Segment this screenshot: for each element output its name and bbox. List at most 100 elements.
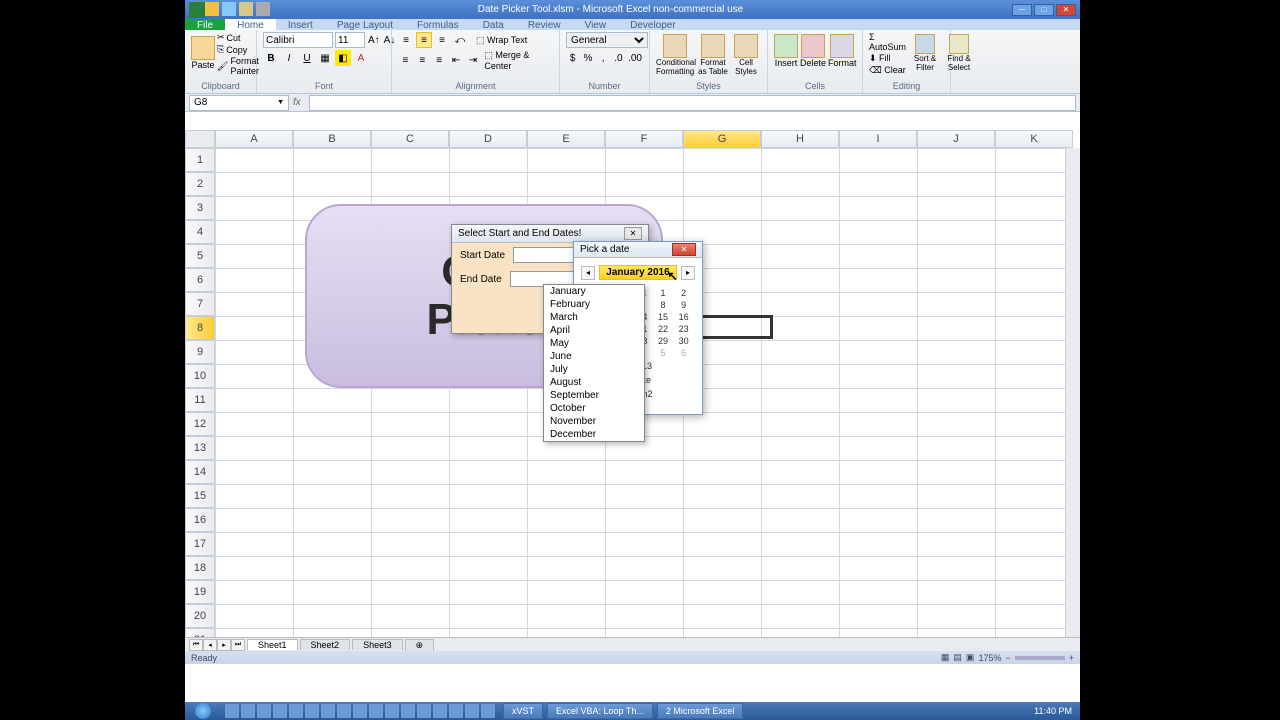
- taskbar-item-1[interactable]: xVST: [503, 703, 543, 719]
- col-header-K[interactable]: K: [995, 130, 1073, 148]
- calendar-day[interactable]: 30: [673, 335, 694, 347]
- calendar-day[interactable]: 22: [653, 323, 674, 335]
- underline-button[interactable]: U: [299, 50, 315, 66]
- tray-icon[interactable]: [433, 704, 447, 718]
- tray-icon[interactable]: [353, 704, 367, 718]
- calendar-day[interactable]: 5: [653, 347, 674, 359]
- sheet-tab-1[interactable]: Sheet1: [247, 639, 298, 650]
- row-header-20[interactable]: 20: [185, 604, 215, 628]
- month-option-august[interactable]: August: [544, 376, 644, 389]
- name-box[interactable]: G8▼: [189, 95, 289, 111]
- merge-center-button[interactable]: ⬚ Merge & Center: [484, 50, 553, 71]
- month-option-october[interactable]: October: [544, 402, 644, 415]
- comma-icon[interactable]: ,: [597, 50, 610, 66]
- row-header-9[interactable]: 9: [185, 340, 215, 364]
- italic-button[interactable]: I: [281, 50, 297, 66]
- view-layout-icon[interactable]: ▤: [953, 652, 962, 663]
- currency-icon[interactable]: $: [566, 50, 579, 66]
- bold-button[interactable]: B: [263, 50, 279, 66]
- row-header-11[interactable]: 11: [185, 388, 215, 412]
- month-option-december[interactable]: December: [544, 428, 644, 441]
- wrap-text-button[interactable]: ⬚ Wrap Text: [476, 35, 527, 46]
- sheet-tab-3[interactable]: Sheet3: [352, 639, 403, 650]
- calendar-day[interactable]: 15: [653, 311, 674, 323]
- tray-icon[interactable]: [481, 704, 495, 718]
- font-name-select[interactable]: [263, 32, 333, 48]
- format-cells-button[interactable]: Format: [828, 32, 857, 68]
- row-header-8[interactable]: 8: [185, 316, 215, 340]
- indent-increase-icon[interactable]: ⇥: [466, 53, 481, 69]
- month-option-march[interactable]: March: [544, 311, 644, 324]
- cell-styles-button[interactable]: Cell Styles: [732, 32, 760, 76]
- col-header-F[interactable]: F: [605, 130, 683, 148]
- tray-icon[interactable]: [289, 704, 303, 718]
- orientation-icon[interactable]: ⤺: [452, 32, 468, 48]
- increase-font-icon[interactable]: A↑: [367, 32, 381, 48]
- next-month-button[interactable]: ▸: [681, 266, 695, 280]
- taskbar-item-3[interactable]: 2 Microsoft Excel: [657, 703, 744, 719]
- calendar-day[interactable]: 8: [653, 299, 674, 311]
- col-header-C[interactable]: C: [371, 130, 449, 148]
- tab-developer[interactable]: Developer: [618, 19, 688, 30]
- zoom-slider[interactable]: [1015, 656, 1065, 660]
- row-header-14[interactable]: 14: [185, 460, 215, 484]
- row-header-13[interactable]: 13: [185, 436, 215, 460]
- select-all-corner[interactable]: [185, 130, 215, 148]
- col-header-B[interactable]: B: [293, 130, 371, 148]
- autosum-button[interactable]: Σ AutoSum: [869, 32, 906, 52]
- row-header-7[interactable]: 7: [185, 292, 215, 316]
- worksheet-area[interactable]: ABCDEFGHIJK 1234567891011121314151617181…: [185, 112, 1080, 664]
- font-size-select[interactable]: [335, 32, 365, 48]
- tab-page-layout[interactable]: Page Layout: [325, 19, 405, 30]
- view-break-icon[interactable]: ▣: [966, 652, 975, 663]
- tab-view[interactable]: View: [573, 19, 619, 30]
- tab-file[interactable]: File: [185, 19, 225, 30]
- row-header-2[interactable]: 2: [185, 172, 215, 196]
- tab-data[interactable]: Data: [471, 19, 516, 30]
- align-bottom-icon[interactable]: ≡: [434, 32, 450, 48]
- tray-icon[interactable]: [225, 704, 239, 718]
- tray-icon[interactable]: [385, 704, 399, 718]
- tray-icon[interactable]: [321, 704, 335, 718]
- calendar-day[interactable]: 2: [673, 287, 694, 299]
- vertical-scrollbar[interactable]: [1065, 148, 1080, 637]
- system-clock[interactable]: 11:40 PM: [1026, 706, 1080, 716]
- taskbar-item-2[interactable]: Excel VBA: Loop Th...: [547, 703, 653, 719]
- tab-insert[interactable]: Insert: [276, 19, 325, 30]
- tray-icon[interactable]: [257, 704, 271, 718]
- tab-review[interactable]: Review: [516, 19, 573, 30]
- month-option-february[interactable]: February: [544, 298, 644, 311]
- row-header-10[interactable]: 10: [185, 364, 215, 388]
- cut-button[interactable]: ✂ Cut: [217, 32, 259, 43]
- tab-home[interactable]: Home: [225, 19, 276, 30]
- tray-icon[interactable]: [401, 704, 415, 718]
- delete-cells-button[interactable]: Delete: [800, 32, 826, 68]
- format-as-table-button[interactable]: Format as Table: [696, 32, 730, 76]
- close-button[interactable]: ✕: [1056, 4, 1076, 16]
- dialog1-close-button[interactable]: ✕: [624, 227, 642, 240]
- month-option-january[interactable]: January: [544, 285, 644, 298]
- row-header-3[interactable]: 3: [185, 196, 215, 220]
- row-header-17[interactable]: 17: [185, 532, 215, 556]
- fx-icon[interactable]: fx: [293, 97, 301, 108]
- col-header-J[interactable]: J: [917, 130, 995, 148]
- row-header-6[interactable]: 6: [185, 268, 215, 292]
- row-header-15[interactable]: 15: [185, 484, 215, 508]
- tray-icon[interactable]: [241, 704, 255, 718]
- calendar-day[interactable]: 29: [653, 335, 674, 347]
- tray-icon[interactable]: [273, 704, 287, 718]
- calendar-day[interactable]: 1: [653, 287, 674, 299]
- col-header-G[interactable]: G: [683, 130, 761, 148]
- format-painter-button[interactable]: 🖌 Format Painter: [217, 56, 259, 76]
- month-option-april[interactable]: April: [544, 324, 644, 337]
- number-format-select[interactable]: General: [566, 32, 648, 48]
- month-year-button[interactable]: January 2016↖: [599, 265, 676, 280]
- tray-icon[interactable]: [465, 704, 479, 718]
- quick-access-toolbar[interactable]: [205, 2, 270, 16]
- sheet-nav-prev-icon[interactable]: ◂: [203, 639, 217, 651]
- row-header-4[interactable]: 4: [185, 220, 215, 244]
- tray-icon[interactable]: [337, 704, 351, 718]
- find-select-button[interactable]: Find & Select: [944, 32, 974, 76]
- month-option-may[interactable]: May: [544, 337, 644, 350]
- conditional-formatting-button[interactable]: Conditional Formatting: [656, 32, 694, 76]
